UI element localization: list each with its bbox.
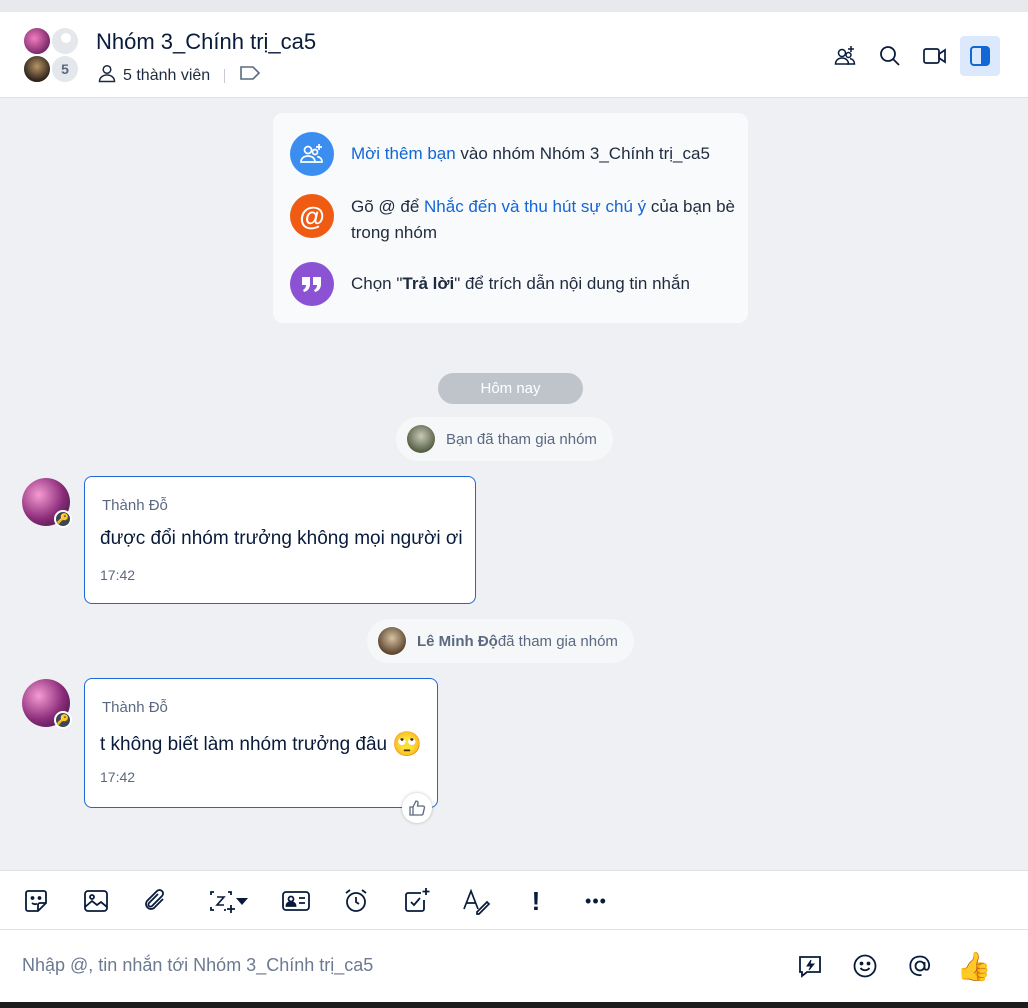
window-top-strip [0,0,1028,12]
image-button[interactable] [80,885,112,917]
sender-avatar[interactable]: 🔑 [22,679,72,729]
group-tips-card: Mời thêm bạn vào nhóm Nhóm 3_Chính trị_c… [273,113,748,323]
quote-icon [290,262,334,306]
emoji-button[interactable] [849,950,881,982]
message-time: 17:42 [100,567,136,583]
message-bubble[interactable]: Thành Đỗ được đổi nhóm trưởng không mọi … [84,476,476,604]
day-separator: Hôm nay [438,373,583,404]
sidebar-panel-icon [970,46,990,66]
message-time: 17:42 [100,769,136,785]
alarm-clock-icon [345,889,367,912]
tip-text: vào nhóm Nhóm 3_Chính trị_ca5 [455,144,710,163]
task-button[interactable] [400,885,432,917]
eye-roll-emoji: 🙄 [392,731,423,758]
member-count-badge: 5 [50,54,80,84]
key-icon: 🔑 [54,510,72,528]
system-message: Bạn đã tham gia nhóm [396,417,613,461]
tag-icon[interactable] [239,64,261,87]
video-call-button[interactable] [915,36,955,76]
composer-toolbar: ! ••• [0,870,1028,930]
send-like-button[interactable]: 👍 [957,950,992,982]
quick-message-button[interactable] [794,950,826,982]
message-bubble[interactable]: Thành Đỗ t không biết làm nhóm trưởng đâ… [84,678,438,808]
sticker-icon [25,890,47,912]
message-composer: Nhập @, tin nhắn tới Nhóm 3_Chính trị_ca… [0,930,1028,1002]
smiley-icon [853,954,877,978]
taskbar-edge [0,1002,1028,1008]
sender-avatar[interactable]: 🔑 [22,478,72,528]
attach-file-button[interactable] [140,885,172,917]
member-name[interactable]: Lê Minh Độ [417,633,498,650]
tip-invite: Mời thêm bạn vào nhóm Nhóm 3_Chính trị_c… [290,132,740,176]
at-sign-icon: @ [290,194,334,238]
sticker-button[interactable] [20,885,52,917]
checkbox-plus-icon [405,888,430,912]
paperclip-icon [145,889,164,910]
member-avatar [22,54,52,84]
add-member-button[interactable] [825,36,865,76]
sender-name: Thành Đỗ [102,699,168,716]
tip-reply: Chọn "Trả lời" để trích dẫn nội dung tin… [290,262,740,306]
reminder-button[interactable] [340,885,372,917]
sender-name: Thành Đỗ [102,497,168,514]
lightning-chat-icon [799,956,821,978]
member-count-link[interactable]: 5 thành viên [123,67,210,85]
invite-friends-icon [290,132,334,176]
message-content: t không biết làm nhóm trưởng đâu [100,733,388,755]
contact-card-button[interactable] [280,885,312,917]
avatar [378,627,406,655]
search-icon [880,46,900,66]
message-content: được đổi nhóm trưởng không mọi người ơi [100,528,463,549]
video-camera-icon [923,48,946,64]
group-title[interactable]: Nhóm 3_Chính trị_ca5 [96,29,316,55]
message-text: t không biết làm nhóm trưởng đâu 🙄 [100,730,422,759]
chat-header: 5 Nhóm 3_Chính trị_ca5 5 thành viên [0,12,1028,98]
reply-keyword: Trả lời [402,274,455,293]
at-sign-icon [909,955,930,977]
image-icon [84,890,108,912]
tip-mention: @ Gõ @ để Nhắc đến và thu hút sự chú ý c… [290,194,740,246]
add-user-icon [834,46,856,65]
tip-text: Gõ @ để [351,197,425,216]
screenshot-button[interactable] [200,885,256,917]
message-text: được đổi nhóm trưởng không mọi người ơi [100,528,463,550]
divider [224,68,226,83]
mark-important-button[interactable]: ! [520,885,552,917]
mention-button[interactable] [904,950,936,982]
contact-card-icon [282,891,310,911]
screenshot-icon [210,891,235,913]
message-input[interactable]: Nhập @, tin nhắn tới Nhóm 3_Chính trị_ca… [22,955,373,976]
react-button[interactable] [402,793,432,823]
chevron-down-icon [236,898,248,905]
avatar [407,425,435,453]
group-subtitle: 5 thành viên [97,63,261,88]
member-avatar [22,26,52,56]
thumbs-up-outline-icon [409,800,426,816]
system-text: Bạn đã tham gia nhóm [446,430,597,448]
member-avatar-placeholder [50,26,80,56]
group-avatar[interactable]: 5 [22,26,82,86]
invite-friends-link[interactable]: Mời thêm bạn [351,144,456,163]
system-message: Lê Minh Độ đã tham gia nhóm [367,619,634,663]
user-icon [97,63,117,88]
system-text: đã tham gia nhóm [497,632,618,650]
tip-text: " để trích dẫn nội dung tin nhắn [454,274,690,293]
key-icon: 🔑 [54,711,72,729]
more-options-button[interactable]: ••• [580,885,612,917]
text-format-icon [463,888,491,915]
mention-link[interactable]: Nhắc đến và thu hút sự chú ý [424,197,646,216]
search-button[interactable] [870,36,910,76]
toggle-sidebar-button[interactable] [960,36,1000,76]
text-format-button[interactable] [460,885,492,917]
tip-text: Chọn " [351,274,403,293]
